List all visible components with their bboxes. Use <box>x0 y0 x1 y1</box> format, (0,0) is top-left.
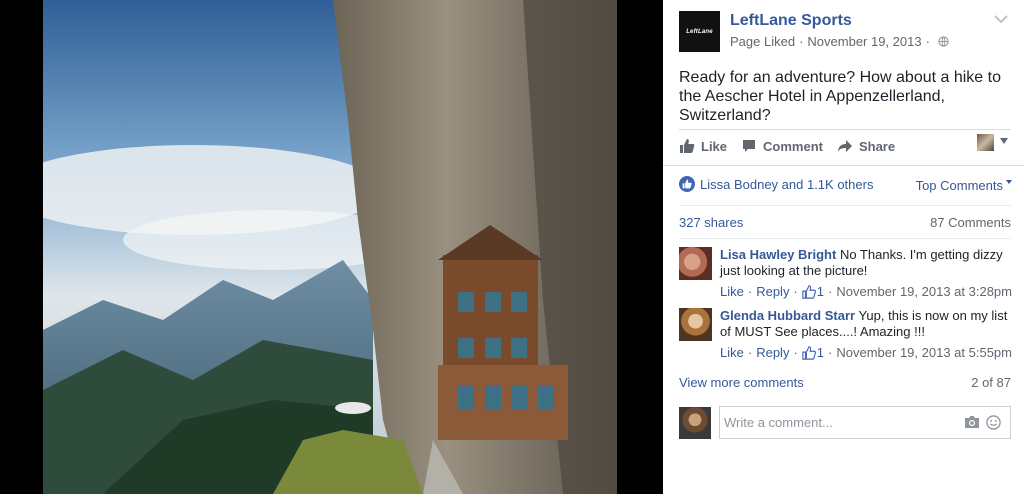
top-comments-dropdown[interactable]: Top Comments <box>916 178 1012 193</box>
like-badge-icon <box>679 176 695 192</box>
comment-timestamp[interactable]: November 19, 2013 at 5:55pm <box>836 345 1012 360</box>
caret-down-icon[interactable] <box>1000 138 1008 144</box>
comment-timestamp[interactable]: November 19, 2013 at 3:28pm <box>836 284 1012 299</box>
comment-like-count[interactable]: 1 <box>817 284 824 299</box>
reactions-summary[interactable]: Lissa Bodney and 1.1K others <box>679 176 873 192</box>
comment-author[interactable]: Lisa Hawley Bright <box>720 247 836 262</box>
reactions-text: Lissa Bodney and 1.1K others <box>700 176 874 192</box>
post-date[interactable]: November 19, 2013 <box>807 34 921 49</box>
commenter-avatar[interactable] <box>679 308 712 341</box>
post-photo[interactable] <box>43 0 617 494</box>
comment-meta: Like · Reply · 1 · November 19, 2013 at … <box>720 284 1012 299</box>
comment-reply-button[interactable]: Reply <box>756 345 789 360</box>
like-button[interactable]: Like <box>679 138 727 154</box>
divider <box>679 205 1011 206</box>
post-text: Ready for an adventure? How about a hike… <box>679 69 1001 124</box>
separator: · <box>793 284 798 299</box>
emoji-icon[interactable] <box>986 415 1001 430</box>
page-name-link[interactable]: LeftLane Sports <box>730 12 852 30</box>
view-more-comments-link[interactable]: View more comments <box>679 375 804 390</box>
like-icon <box>680 139 695 153</box>
comment-meta: Like · Reply · 1 · November 19, 2013 at … <box>720 345 1012 360</box>
viewer-avatar[interactable] <box>977 134 994 151</box>
photo-illustration <box>43 0 617 494</box>
comment-input[interactable] <box>724 415 954 430</box>
divider <box>679 238 1011 239</box>
thumbs-up-icon <box>802 284 816 299</box>
photo-viewer <box>0 0 663 494</box>
comment-composer[interactable] <box>719 406 1011 439</box>
comments-count[interactable]: 87 Comments <box>930 215 1011 230</box>
commenter-avatar[interactable] <box>679 247 712 280</box>
top-comments-label: Top Comments <box>915 178 1003 193</box>
comments-pager: 2 of 87 <box>971 375 1011 390</box>
thumbs-up-icon <box>802 345 816 360</box>
separator: · <box>828 345 833 360</box>
share-label: Share <box>858 138 896 154</box>
separator: · <box>747 345 753 360</box>
post-detail-panel: LeftLane LeftLane Sports Page Liked · No… <box>663 0 1024 494</box>
comment-like-button[interactable]: Like <box>720 345 744 360</box>
comment-button[interactable]: Comment <box>741 138 823 154</box>
page-liked-status[interactable]: Page Liked <box>730 34 795 49</box>
comment-icon <box>743 140 756 152</box>
comment-like-count[interactable]: 1 <box>817 345 824 360</box>
page-logo-text: LeftLane <box>686 28 713 35</box>
share-button[interactable]: Share <box>837 138 895 154</box>
separator: · <box>828 284 833 299</box>
comment-label: Comment <box>763 138 823 154</box>
camera-icon[interactable] <box>964 415 980 429</box>
share-icon <box>837 140 852 152</box>
post-actions: Like Comment Share <box>679 136 909 156</box>
post-meta: Page Liked · November 19, 2013 · <box>730 34 949 49</box>
comment-author[interactable]: Glenda Hubbard Starr <box>720 308 855 323</box>
like-label: Like <box>701 138 728 154</box>
separator: · <box>793 345 798 360</box>
separator: · <box>925 34 930 49</box>
globe-icon <box>938 36 949 47</box>
comment-like-button[interactable]: Like <box>720 284 744 299</box>
chevron-down-icon[interactable] <box>994 14 1008 24</box>
divider <box>663 165 1024 166</box>
separator: · <box>747 284 753 299</box>
comment-reply-button[interactable]: Reply <box>756 284 789 299</box>
comment-body: Lisa Hawley Bright No Thanks. I'm gettin… <box>720 247 1010 279</box>
comment-body: Glenda Hubbard Starr Yup, this is now on… <box>720 308 1010 340</box>
page-avatar[interactable]: LeftLane <box>679 11 720 52</box>
viewer-avatar[interactable] <box>679 407 711 439</box>
shares-count[interactable]: 327 shares <box>679 215 743 230</box>
caret-down-icon <box>1006 180 1012 184</box>
separator: · <box>799 34 804 49</box>
divider <box>679 129 1011 130</box>
